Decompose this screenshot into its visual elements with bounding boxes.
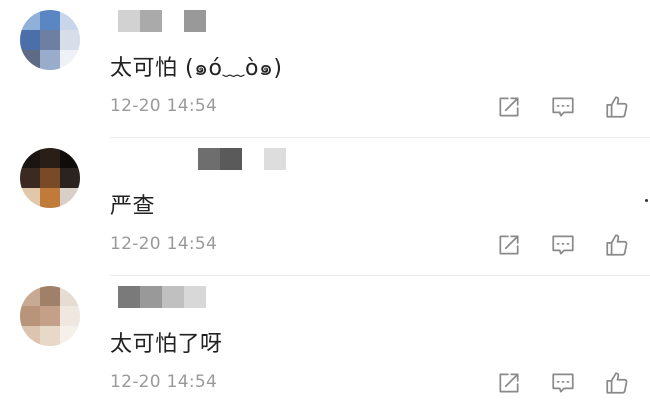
share-button[interactable] bbox=[496, 94, 522, 120]
comment-timestamp: 12-20 14:54 bbox=[110, 234, 218, 254]
comment-timestamp: 12-20 14:54 bbox=[110, 96, 218, 116]
username-blurred[interactable] bbox=[198, 148, 286, 170]
avatar[interactable] bbox=[20, 148, 80, 208]
comment-text: 严查 bbox=[110, 194, 156, 219]
like-button[interactable] bbox=[604, 232, 630, 258]
reply-icon bbox=[552, 235, 574, 255]
share-icon bbox=[499, 97, 519, 117]
comment-item: 太可怕 (๑ó﹏ò๑) 12-20 14:54 bbox=[0, 0, 650, 138]
comment-actions bbox=[496, 94, 630, 120]
comment-list: 太可怕 (๑ó﹏ò๑) 12-20 14:54 严查 12-20 14:54 太… bbox=[0, 0, 650, 407]
share-icon bbox=[499, 373, 519, 393]
comment-text: 太可怕 (๑ó﹏ò๑) bbox=[110, 56, 283, 81]
reply-button[interactable] bbox=[550, 232, 576, 258]
comment-item: 太可怕了呀 12-20 14:54 bbox=[0, 276, 650, 407]
like-icon bbox=[606, 96, 628, 118]
comment-actions bbox=[496, 370, 630, 396]
like-button[interactable] bbox=[604, 370, 630, 396]
like-button[interactable] bbox=[604, 94, 630, 120]
share-button[interactable] bbox=[496, 370, 522, 396]
share-button[interactable] bbox=[496, 232, 522, 258]
avatar[interactable] bbox=[20, 10, 80, 70]
username-blurred[interactable] bbox=[118, 286, 206, 308]
comment-timestamp: 12-20 14:54 bbox=[110, 372, 218, 392]
like-icon bbox=[606, 234, 628, 256]
reply-button[interactable] bbox=[550, 370, 576, 396]
reply-icon bbox=[552, 373, 574, 393]
share-icon bbox=[499, 235, 519, 255]
like-icon bbox=[606, 372, 628, 394]
reply-icon bbox=[552, 97, 574, 117]
avatar[interactable] bbox=[20, 286, 80, 346]
comment-text: 太可怕了呀 bbox=[110, 332, 223, 357]
comment-actions bbox=[496, 232, 630, 258]
reply-button[interactable] bbox=[550, 94, 576, 120]
username-blurred[interactable] bbox=[118, 10, 206, 32]
comment-item: 严查 12-20 14:54 bbox=[0, 138, 650, 276]
stray-dot bbox=[645, 199, 648, 202]
